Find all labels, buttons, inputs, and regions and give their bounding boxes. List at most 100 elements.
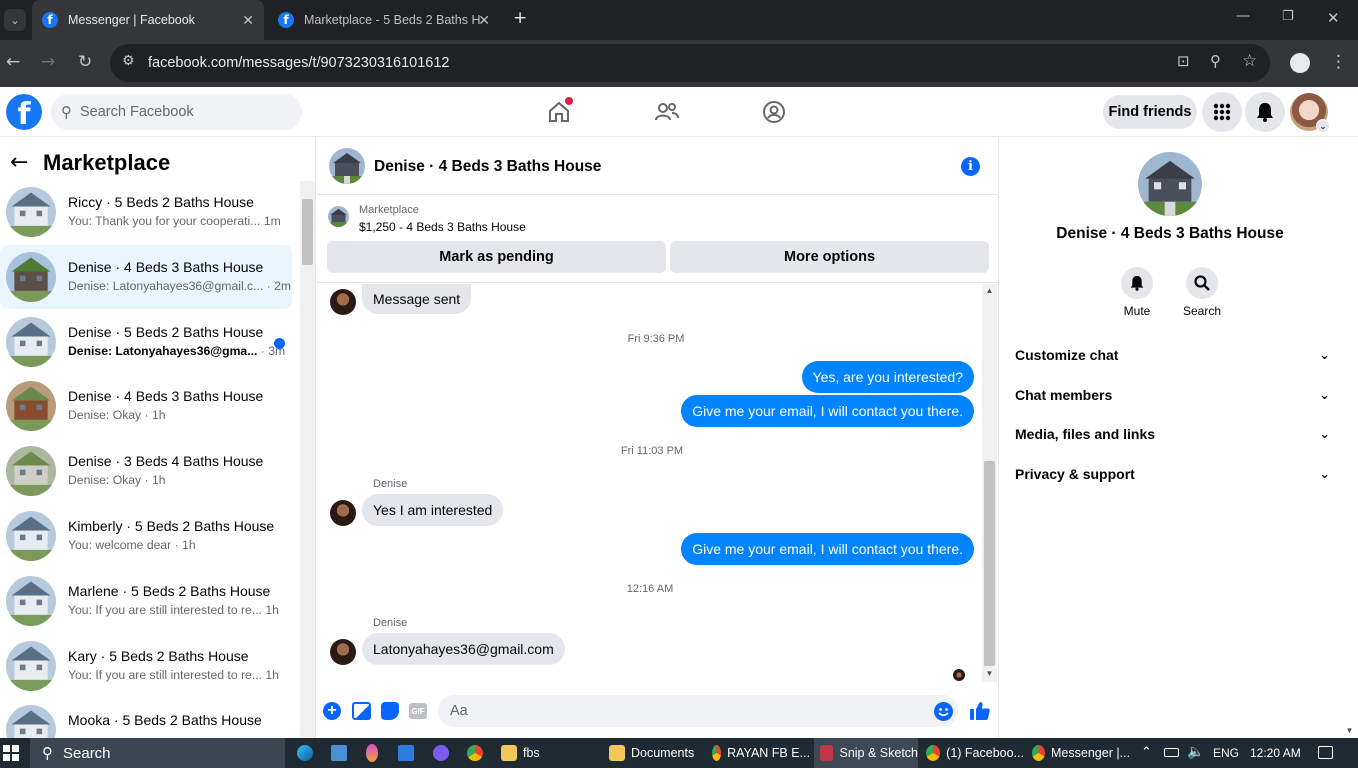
section-chat-members[interactable]: Chat members ⌄ (1015, 387, 1330, 403)
back-arrow-icon[interactable]: ← (10, 150, 28, 175)
facebook-header: f ⚲ Search Facebook Find friends ⌄ (0, 87, 1358, 137)
tab-messenger[interactable]: f Messenger | Facebook ✕ (32, 0, 264, 40)
conversation-avatar (6, 640, 56, 691)
message-bubble[interactable]: Give me your email, I will contact you t… (681, 395, 974, 427)
clock[interactable]: 12:20 AM (1250, 746, 1301, 760)
windows-start-icon[interactable] (3, 745, 19, 761)
conversation-item[interactable]: Marlene · 5 Beds 2 Baths House You: If yo… (0, 569, 292, 633)
conversation-item[interactable]: Riccy · 5 Beds 2 Baths House You: Thank y… (0, 180, 292, 244)
home-icon[interactable] (546, 97, 573, 125)
install-app-icon[interactable]: ⊡ (1177, 52, 1190, 70)
section-customize-chat[interactable]: Customize chat ⌄ (1015, 347, 1330, 363)
account-avatar[interactable]: ⌄ (1290, 93, 1330, 133)
message-bubble[interactable]: Yes I am interested (362, 494, 504, 526)
more-options-button[interactable]: More options (670, 241, 989, 273)
media-app-icon[interactable] (433, 745, 449, 761)
conversation-name: Mooka · 5 Beds 2 Baths House (68, 712, 262, 729)
gif-icon[interactable]: GIF (409, 703, 427, 719)
back-icon[interactable]: ← (6, 52, 20, 72)
zoom-icon[interactable]: ⚲ (1210, 52, 1221, 70)
chrome-icon[interactable] (467, 745, 483, 761)
conversation-item[interactable]: Denise · 4 Beds 3 Baths House Denise: Lat… (0, 244, 292, 309)
close-window-icon[interactable]: ✕ (1327, 9, 1340, 27)
taskbar-app-rayan[interactable]: RAYAN FB E... (708, 738, 810, 768)
conversation-item[interactable]: Mooka · 5 Beds 2 Baths House (0, 698, 292, 738)
close-tab-icon[interactable]: ✕ (478, 12, 490, 29)
search-facebook-input[interactable]: ⚲ Search Facebook (51, 94, 302, 130)
notifications-button[interactable] (1245, 92, 1285, 132)
volume-icon[interactable]: 🔈 (1187, 744, 1204, 760)
chrome-menu-icon[interactable]: ⋮ (1330, 52, 1347, 72)
sender-avatar (330, 289, 356, 315)
message-bubble[interactable]: Yes, are you interested? (801, 361, 974, 393)
mute-button[interactable] (1121, 267, 1153, 299)
taskbar-app-documents[interactable]: Documents (603, 738, 703, 768)
search-in-chat-button[interactable] (1186, 267, 1218, 299)
chevron-down-icon: ⌄ (1319, 347, 1330, 363)
forward-icon[interactable]: → (41, 52, 55, 72)
chat-title[interactable]: Denise · 4 Beds 3 Baths House (374, 158, 601, 176)
sender-avatar (330, 639, 356, 665)
conversation-name: Denise · 5 Beds 2 Baths House (68, 323, 264, 340)
conversation-list-scrollbar[interactable] (300, 181, 315, 738)
monitor-app-icon[interactable] (398, 745, 414, 761)
taskbar-app-fbs[interactable]: fbs (495, 738, 595, 768)
section-media-files-links[interactable]: Media, files and links ⌄ (1015, 426, 1330, 442)
restore-icon[interactable]: ❐ (1282, 9, 1294, 24)
listing-thumbnail[interactable] (328, 206, 349, 227)
taskbar-app-messenger[interactable]: Messenger |... (1028, 738, 1130, 768)
sticker-icon[interactable] (381, 702, 399, 720)
close-tab-icon[interactable]: ✕ (242, 12, 254, 29)
menu-grid-button[interactable] (1202, 92, 1242, 132)
conversation-item[interactable]: Denise · 5 Beds 2 Baths House Denise: Lat… (0, 310, 292, 374)
site-info-icon[interactable]: ⚙ (122, 53, 135, 69)
tab-marketplace[interactable]: f Marketplace - 5 Beds 2 Baths H ✕ (268, 0, 500, 40)
conversation-avatar (6, 381, 56, 432)
message-bubble[interactable]: Give me your email, I will contact you t… (681, 533, 974, 565)
attach-photo-icon[interactable] (352, 702, 371, 720)
profile-icon[interactable] (1290, 53, 1310, 73)
details-avatar[interactable] (1138, 152, 1202, 216)
find-friends-button[interactable]: Find friends (1103, 95, 1197, 129)
new-tab-icon[interactable]: + (513, 8, 527, 28)
message-thread-scrollbar[interactable]: ▲ ▼ (982, 284, 997, 682)
page-scrollbar[interactable]: ▼ (1341, 137, 1358, 738)
groups-icon[interactable] (761, 99, 787, 125)
conversation-item[interactable]: Denise · 3 Beds 4 Baths House Denise: Oka… (0, 439, 292, 503)
bookmark-star-icon[interactable]: ☆ (1242, 51, 1257, 71)
language-indicator[interactable]: ENG (1213, 746, 1239, 760)
facebook-logo-icon[interactable]: f (6, 94, 42, 130)
friends-icon[interactable] (654, 99, 680, 125)
taskbar-app-label: (1) Faceboo... (946, 746, 1024, 760)
message-bubble[interactable]: Message sent (362, 284, 472, 314)
reload-icon[interactable]: ↻ (78, 52, 92, 72)
battery-icon[interactable] (1164, 748, 1179, 757)
listing-avatar[interactable] (329, 148, 365, 184)
notifications-center-icon[interactable] (1318, 746, 1333, 759)
tray-chevron-icon[interactable]: ⌃ (1141, 744, 1152, 760)
message-bubble[interactable]: Latonyahayes36@gmail.com (362, 633, 565, 665)
file-app-icon[interactable] (331, 745, 347, 761)
thumbs-up-icon[interactable] (969, 700, 991, 722)
taskbar-app-snip-sketch[interactable]: Snip & Sketch (814, 738, 918, 768)
conversation-item[interactable]: Kimberly · 5 Beds 2 Baths House You: welc… (0, 504, 292, 568)
message-input[interactable]: Aa (438, 695, 958, 727)
add-more-icon[interactable]: + (323, 702, 341, 720)
conversation-preview: Denise: Latonyahayes36@gma... · 3m (68, 343, 286, 358)
conversation-item[interactable]: Kary · 5 Beds 2 Baths House You: If you a… (0, 634, 292, 698)
listing-price-title[interactable]: $1,250 - 4 Beds 3 Baths House (359, 220, 526, 234)
conversation-preview: You: Thank you for your cooperati... 1m (68, 214, 281, 228)
tab-search-chevron-icon[interactable]: ⌄ (4, 9, 26, 31)
edge-icon[interactable] (297, 745, 313, 761)
emoji-icon[interactable] (934, 702, 953, 721)
info-icon[interactable]: i (961, 157, 980, 176)
taskbar-app-facebook[interactable]: (1) Faceboo... (922, 738, 1024, 768)
taskbar-search[interactable]: ⚲ Search (30, 738, 285, 768)
section-privacy-support[interactable]: Privacy & support ⌄ (1015, 466, 1330, 482)
drop-app-icon[interactable] (366, 744, 378, 762)
mark-as-pending-button[interactable]: Mark as pending (327, 241, 666, 273)
search-label: Search (1182, 304, 1222, 318)
url-field[interactable]: ⚙ facebook.com/messages/t/90732303161016… (110, 44, 1270, 82)
conversation-item[interactable]: Denise · 4 Beds 3 Baths House Denise: Oka… (0, 374, 292, 438)
minimize-icon[interactable]: — (1236, 8, 1250, 24)
